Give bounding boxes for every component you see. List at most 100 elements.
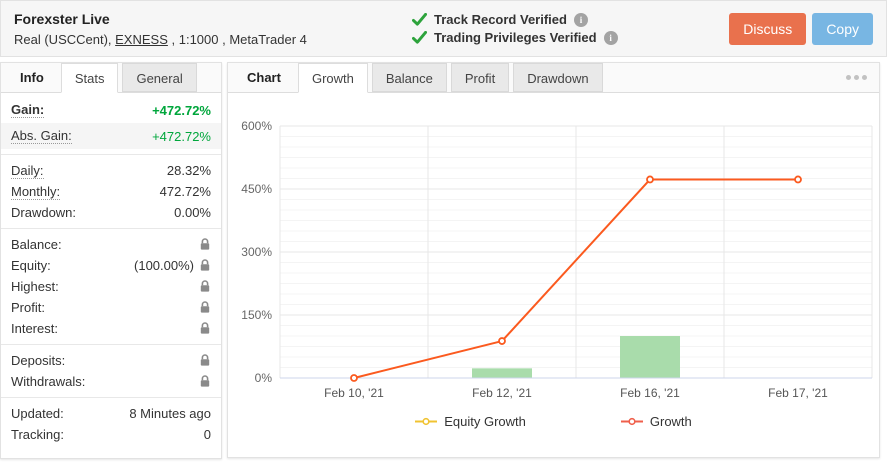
stat-row-withdrawals: Withdrawals: [1, 371, 221, 392]
legend-item-equity-growth[interactable]: Equity Growth [415, 414, 526, 429]
growth-chart-area: 0% 150% 300% 450% 600% Feb 10, '21 Feb 12, '21… [228, 93, 879, 429]
info-icon[interactable]: i [574, 13, 588, 27]
broker-link[interactable]: EXNESS [115, 32, 168, 47]
lock-icon [199, 259, 211, 272]
stat-label-monthly[interactable]: Monthly: [11, 184, 60, 200]
stat-row-balance: Balance: [1, 234, 221, 255]
svg-text:Feb 10, '21: Feb 10, '21 [324, 386, 384, 400]
stat-value-profit [199, 301, 211, 314]
chart-tab-growth[interactable]: Growth [298, 63, 368, 93]
stat-row-abs-gain: Abs. Gain: +472.72% [1, 123, 221, 149]
stat-value-updated: 8 Minutes ago [129, 406, 211, 421]
stat-value-abs-gain: +472.72% [152, 129, 211, 144]
copy-button[interactable]: Copy [812, 13, 873, 45]
stat-label-equity: Equity: [11, 258, 51, 273]
badge-label: Trading Privileges Verified [434, 30, 597, 45]
legend-label: Growth [650, 414, 692, 429]
stat-row-gain: Gain: +472.72% [1, 97, 221, 123]
stat-row-interest: Interest: [1, 318, 221, 339]
stat-row-highest: Highest: [1, 276, 221, 297]
stat-label-tracking: Tracking: [11, 427, 64, 442]
chart-tab-balance[interactable]: Balance [372, 63, 447, 92]
stats-rows: Gain: +472.72%Abs. Gain: +472.72%Daily: … [1, 93, 221, 445]
group-divider [1, 397, 221, 398]
account-subtitle: Real (USCCent), EXNESS , 1:1000 , MetaTr… [14, 32, 412, 47]
stat-label-highest: Highest: [11, 279, 59, 294]
lock-icon [199, 238, 211, 251]
stat-label-drawdown: Drawdown: [11, 205, 76, 220]
growth-chart[interactable]: 0% 150% 300% 450% 600% Feb 10, '21 Feb 12, '21… [228, 97, 878, 403]
svg-text:300%: 300% [241, 245, 272, 259]
sidebar-tabstrip: InfoStatsGeneral [1, 63, 221, 93]
chart-tab-profit[interactable]: Profit [451, 63, 509, 92]
legend-label: Equity Growth [444, 414, 526, 429]
stat-row-monthly: Monthly: 472.72% [1, 181, 221, 202]
stat-value-daily: 28.32% [167, 163, 211, 178]
page-title: Forexster Live [14, 11, 412, 27]
stat-label-updated: Updated: [11, 406, 64, 421]
info-icon[interactable]: i [604, 31, 618, 45]
account-title-block: Forexster Live Real (USCCent), EXNESS , … [14, 11, 412, 47]
badge-trading-privileges-verified: Trading Privileges Verified i [412, 30, 729, 45]
svg-text:600%: 600% [241, 119, 272, 133]
lock-icon [199, 322, 211, 335]
svg-text:Feb 12, '21: Feb 12, '21 [472, 386, 532, 400]
chart-panel: ChartGrowthBalanceProfitDrawdown 0%150%3… [227, 62, 880, 458]
svg-text:150%: 150% [241, 308, 272, 322]
verification-badges: Track Record Verified i Trading Privileg… [412, 9, 729, 48]
stat-value-withdrawals [199, 375, 211, 388]
group-divider [1, 228, 221, 229]
stat-label-deposits: Deposits: [11, 353, 65, 368]
stat-row-deposits: Deposits: [1, 350, 221, 371]
check-icon [412, 13, 427, 26]
stat-value-tracking: 0 [204, 427, 211, 442]
sidebar-tab-info[interactable]: Info [7, 63, 57, 92]
stats-sidebar: InfoStatsGeneral Gain: +472.72%Abs. Gain… [0, 62, 222, 459]
sidebar-tab-stats[interactable]: Stats [61, 63, 119, 93]
stat-label-withdrawals: Withdrawals: [11, 374, 85, 389]
stat-value-gain: +472.72% [152, 103, 211, 118]
lock-icon [199, 280, 211, 293]
legend-marker-icon [621, 417, 643, 426]
ellipsis-menu-icon[interactable] [846, 75, 867, 80]
account-type: Real (USCCent), [14, 32, 115, 47]
stat-label-abs-gain[interactable]: Abs. Gain: [11, 128, 72, 144]
stat-value-deposits [199, 354, 211, 367]
stat-row-tracking: Tracking: 0 [1, 424, 221, 445]
stat-value-balance [199, 238, 211, 251]
stat-value-monthly: 472.72% [160, 184, 211, 199]
account-leverage-platform: , 1:1000 , MetaTrader 4 [168, 32, 307, 47]
chart-tabstrip: ChartGrowthBalanceProfitDrawdown [228, 63, 879, 93]
discuss-button[interactable]: Discuss [729, 13, 806, 45]
header-buttons: Discuss Copy [729, 13, 873, 45]
stat-label-interest: Interest: [11, 321, 58, 336]
chart-legend: Equity Growth Growth [228, 414, 879, 429]
stat-row-updated: Updated: 8 Minutes ago [1, 403, 221, 424]
stat-label-balance: Balance: [11, 237, 62, 252]
legend-item-growth[interactable]: Growth [621, 414, 692, 429]
group-divider [1, 154, 221, 155]
lock-icon [199, 301, 211, 314]
stat-value-interest [199, 322, 211, 335]
stat-label-gain[interactable]: Gain: [11, 102, 44, 118]
svg-text:Feb 16, '21: Feb 16, '21 [620, 386, 680, 400]
svg-text:450%: 450% [241, 182, 272, 196]
stat-value-equity: (100.00%) [134, 258, 211, 273]
stat-label-profit: Profit: [11, 300, 45, 315]
svg-text:Feb 17, '21: Feb 17, '21 [768, 386, 828, 400]
svg-text:0%: 0% [255, 371, 273, 385]
lock-icon [199, 375, 211, 388]
legend-marker-icon [415, 417, 437, 426]
sidebar-tab-general[interactable]: General [122, 63, 196, 92]
stat-label-daily[interactable]: Daily: [11, 163, 44, 179]
badge-track-record-verified: Track Record Verified i [412, 12, 729, 27]
lock-icon [199, 354, 211, 367]
stat-row-profit: Profit: [1, 297, 221, 318]
check-icon [412, 31, 427, 44]
stat-row-equity: Equity: (100.00%) [1, 255, 221, 276]
group-divider [1, 344, 221, 345]
chart-tab-drawdown[interactable]: Drawdown [513, 63, 602, 92]
chart-tab-chart[interactable]: Chart [234, 63, 294, 92]
stat-value-drawdown: 0.00% [174, 205, 211, 220]
account-header: Forexster Live Real (USCCent), EXNESS , … [0, 0, 887, 57]
